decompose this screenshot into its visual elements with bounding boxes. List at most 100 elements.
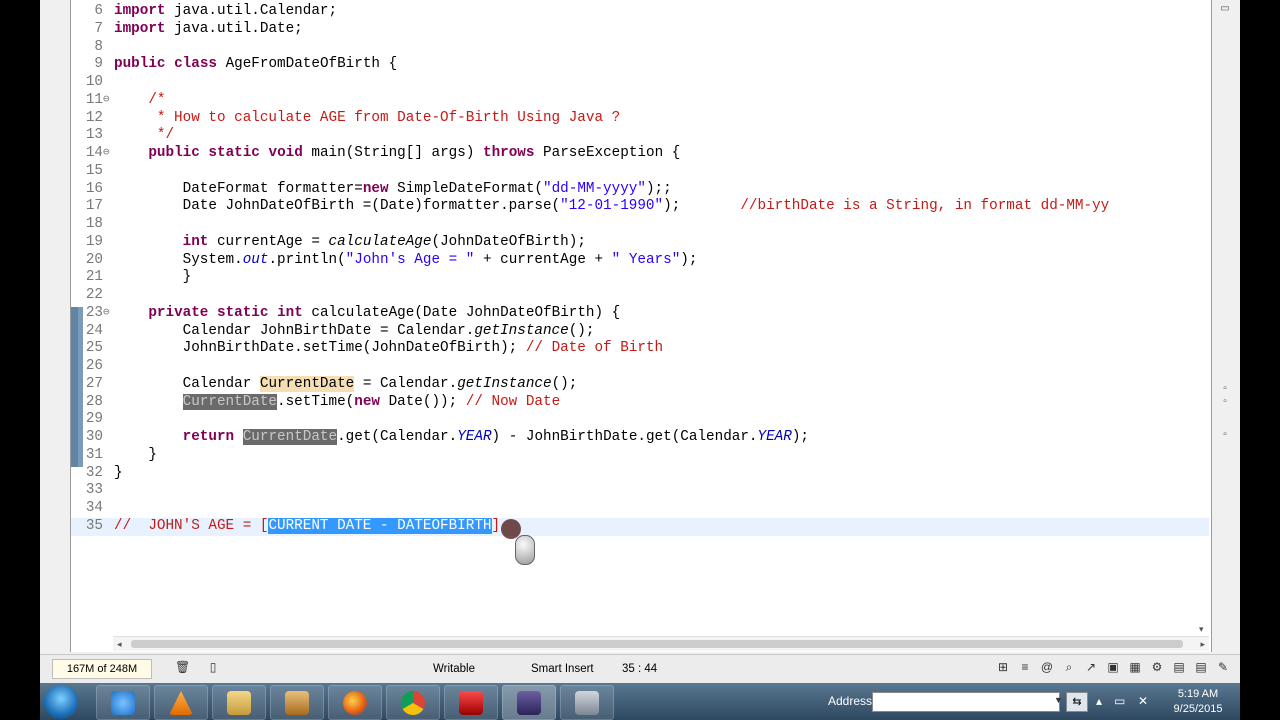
code-line[interactable]: 32} <box>71 465 1209 483</box>
line-text: Date JohnDateOfBirth =(Date)formatter.pa… <box>114 198 1110 215</box>
line-text: // JOHN'S AGE = [CURRENT DATE - DATEOFBI… <box>114 517 500 536</box>
network-icon[interactable]: ▭ <box>1114 694 1125 708</box>
link-icon[interactable]: ↗ <box>1084 659 1098 675</box>
line-text: import java.util.Calendar; <box>114 3 338 19</box>
clock-date: 9/25/2015 <box>1173 703 1223 715</box>
trash-icon[interactable]: 🗑 <box>175 659 190 675</box>
search-icon[interactable]: ⌕ <box>1062 659 1076 675</box>
package-icon[interactable]: ▣ <box>1106 659 1120 675</box>
keyword: int <box>277 304 303 321</box>
code-token: * How to calculate AGE from Date-Of-Birt… <box>114 109 621 126</box>
fold-toggle-icon[interactable]: ⊖ <box>103 145 113 163</box>
taskbar-firefox-button[interactable] <box>328 685 382 720</box>
go-button[interactable]: ⇆ <box>1066 692 1088 712</box>
code-token: out <box>242 251 269 268</box>
fold-toggle-icon[interactable]: ⊖ <box>103 305 113 323</box>
code-line[interactable]: 20 System.out.println("John's Age = " + … <box>71 252 1209 270</box>
code-line[interactable]: 26 <box>71 358 1209 376</box>
code-line[interactable]: 17 Date JohnDateOfBirth =(Date)formatter… <box>71 198 1209 216</box>
keyword: public <box>148 145 200 161</box>
taskbar-flash-button[interactable] <box>444 685 498 720</box>
at-icon[interactable]: @ <box>1040 659 1054 675</box>
code-line[interactable]: 10 <box>71 74 1209 92</box>
code-line[interactable]: 22 <box>71 287 1209 305</box>
taskbar-explorer-button[interactable] <box>212 685 266 720</box>
horizontal-scrollbar[interactable]: ◂ ▸ <box>113 636 1209 651</box>
line-number: 28 <box>85 393 103 410</box>
taskbar-eclipse-button[interactable] <box>502 685 556 720</box>
address-input[interactable] <box>872 692 1060 712</box>
code-token: getInstance <box>457 375 552 392</box>
internet-explorer-icon <box>111 691 135 715</box>
code-line[interactable]: 8 <box>71 39 1209 57</box>
code-token: // JOHN'S AGE = [ <box>114 517 269 534</box>
code-line[interactable]: 11 ⊖ /* <box>71 92 1209 110</box>
code-line[interactable]: 35 // JOHN'S AGE = [CURRENT DATE - DATEOF… <box>71 517 1209 536</box>
code-editor[interactable]: 6 import java.util.Calendar; 7 import java.… <box>70 0 1212 652</box>
volume-muted-icon[interactable]: ✕ <box>1138 694 1148 708</box>
code-line[interactable]: 21 } <box>71 269 1209 287</box>
code-line[interactable]: 33 <box>71 482 1209 500</box>
heap-status[interactable]: 167M of 248M <box>52 659 152 679</box>
restore-icon[interactable]: ▭ <box>1214 2 1236 16</box>
gear-icon[interactable]: ⚙ <box>1150 659 1164 675</box>
code-line[interactable]: 34 <box>71 500 1209 518</box>
media-player-icon <box>285 691 309 715</box>
code-lines[interactable]: 6 import java.util.Calendar; 7 import java.… <box>71 3 1209 536</box>
fold-toggle-icon[interactable]: ⊖ <box>103 92 113 110</box>
insert-icon[interactable]: ▯ <box>206 659 220 675</box>
code-line[interactable]: 27 Calendar CurrentDate = Calendar.getIn… <box>71 375 1209 394</box>
code-line[interactable]: 6 import java.util.Calendar; <box>71 3 1209 21</box>
code-line[interactable]: 29 <box>71 411 1209 429</box>
code-line[interactable]: 23 ⊖ private static int calculateAge(Date… <box>71 305 1209 323</box>
tray-arrow-icon[interactable]: ▴ <box>1096 694 1102 708</box>
code-line[interactable]: 7 import java.util.Date; <box>71 21 1209 39</box>
view-icon[interactable]: ▫ <box>1214 395 1236 409</box>
line-number: 21 <box>85 269 103 286</box>
code-token: // Now Date <box>465 393 561 410</box>
cursor-position: 35 : 44 <box>622 663 658 675</box>
taskbar-media-button[interactable] <box>270 685 324 720</box>
view-icon[interactable]: ▫ <box>1214 428 1236 442</box>
code-line[interactable]: 14 ⊖ public static void main(String[] arg… <box>71 145 1209 163</box>
pen-icon[interactable]: ✎ <box>1216 659 1230 675</box>
task-icon[interactable]: ⊞ <box>996 659 1010 675</box>
line-number: 9 <box>94 56 103 73</box>
keyword: int <box>182 233 209 250</box>
code-line[interactable]: 13 */ <box>71 127 1209 145</box>
scroll-down-icon[interactable]: ▾ <box>1199 624 1204 635</box>
scroll-thumb[interactable] <box>131 640 1183 648</box>
scroll-left-icon[interactable]: ◂ <box>117 637 122 651</box>
chevron-down-icon[interactable]: ▼ <box>1054 695 1063 705</box>
code-line[interactable]: 25 JohnBirthDate.setTime(JohnDateOfBirth… <box>71 340 1209 358</box>
code-line[interactable]: 31 } <box>71 447 1209 465</box>
clock[interactable]: 5:19 AM 9/25/2015 <box>1158 687 1238 717</box>
console-icon[interactable]: ≡ <box>1018 659 1032 675</box>
code-line[interactable]: 12 * How to calculate AGE from Date-Of-B… <box>71 110 1209 128</box>
line-text: import java.util.Date; <box>114 20 303 37</box>
keyword: import <box>114 3 166 19</box>
line-text: private static int calculateAge(Date Joh… <box>148 304 621 321</box>
hierarchy-icon[interactable]: ▦ <box>1128 659 1142 675</box>
code-line[interactable]: 30 return CurrentDate.get(Calendar.YEAR)… <box>71 429 1209 447</box>
code-line[interactable]: 9 public class AgeFromDateOfBirth { <box>71 56 1209 74</box>
table-icon[interactable]: ▤ <box>1194 659 1208 675</box>
code-line[interactable]: 16 DateFormat formatter=new SimpleDateFo… <box>71 181 1209 199</box>
taskbar-storage-button[interactable] <box>560 685 614 720</box>
start-button[interactable] <box>44 685 78 719</box>
keyword: private <box>148 304 209 321</box>
code-line[interactable]: 28 CurrentDate.setTime(new Date()); // N… <box>71 393 1209 412</box>
code-line[interactable]: 24 Calendar JohnBirthDate = Calendar.get… <box>71 323 1209 341</box>
line-number: 13 <box>85 127 103 144</box>
code-line[interactable]: 19 int currentAge = calculateAge(JohnDat… <box>71 234 1209 252</box>
taskbar-chrome-button[interactable] <box>386 685 440 720</box>
writable-status: Writable <box>433 663 475 675</box>
taskbar-vlc-button[interactable] <box>154 685 208 720</box>
taskbar-ie-button[interactable] <box>96 685 150 720</box>
table-icon[interactable]: ▤ <box>1172 659 1186 675</box>
view-icon[interactable]: ▫ <box>1214 382 1236 396</box>
scroll-right-icon[interactable]: ▸ <box>1200 637 1205 651</box>
code-line[interactable]: 18 <box>71 216 1209 234</box>
code-token: CurrentDate <box>259 375 355 392</box>
code-line[interactable]: 15 <box>71 163 1209 181</box>
